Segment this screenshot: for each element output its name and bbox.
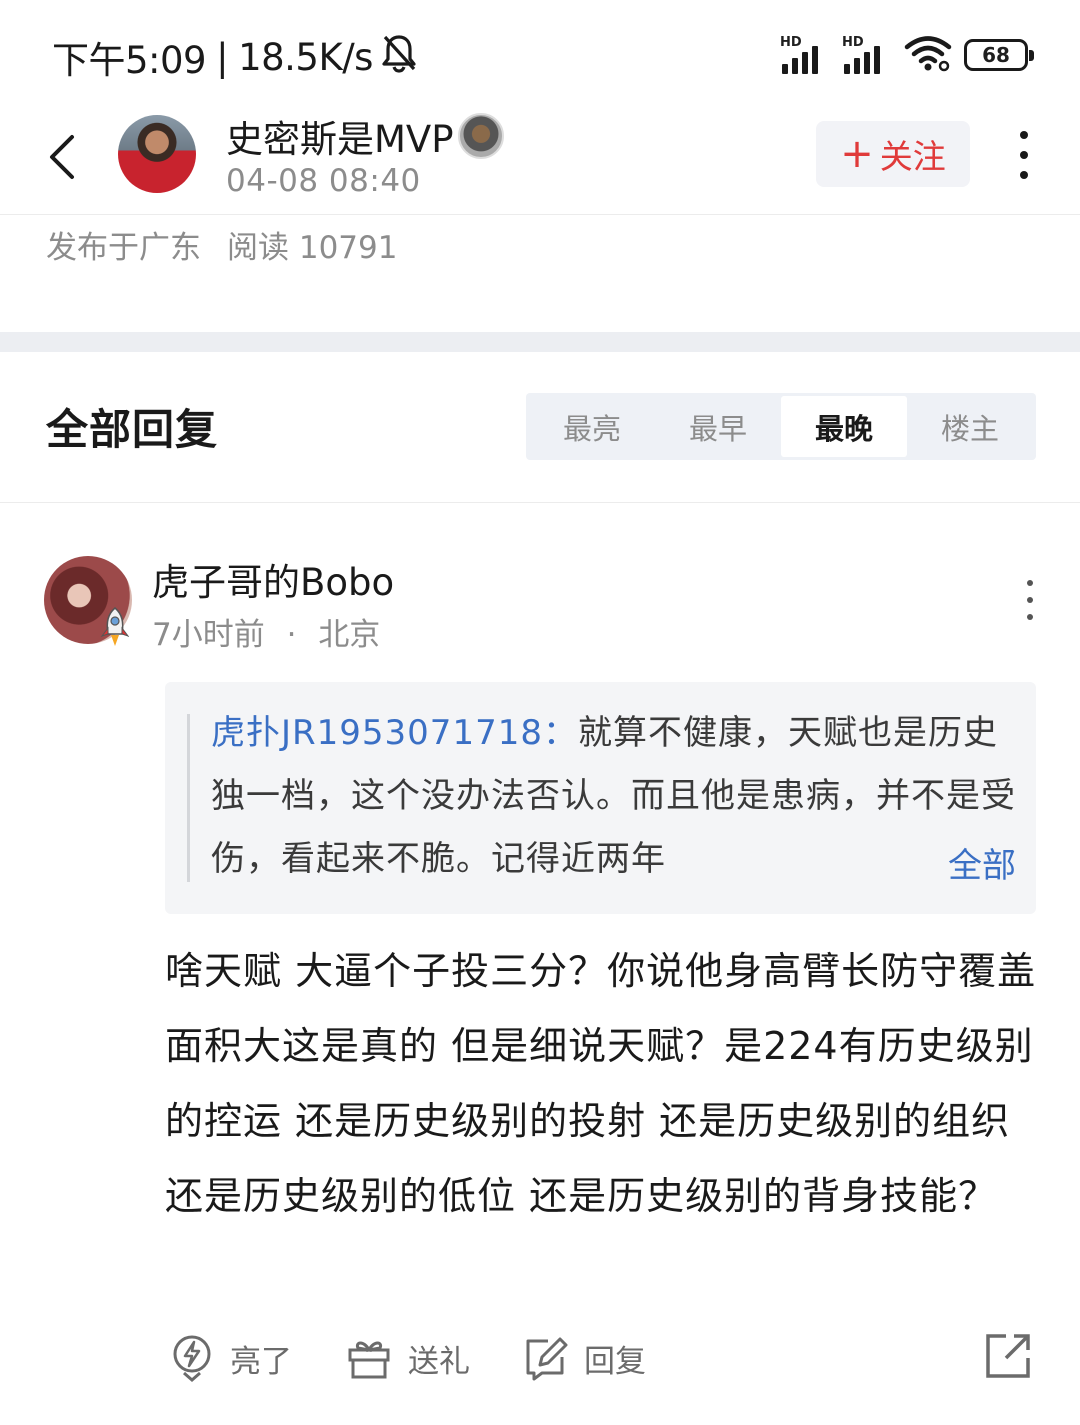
reply-location: 北京 <box>318 617 381 653</box>
reply-actions: 亮了 送礼 回复 <box>170 1328 1040 1388</box>
expand-all-link[interactable]: 全部 <box>948 838 1016 887</box>
battery-level: 68 <box>982 43 1010 67</box>
tab-op-only[interactable]: 楼主 <box>907 396 1033 457</box>
signal-icon: HD <box>842 36 892 74</box>
quote-expand[interactable]: 全部 <box>912 831 1016 894</box>
plus-icon: + <box>840 131 874 177</box>
author-name-row[interactable]: 史密斯是MVP <box>226 109 504 163</box>
back-button[interactable] <box>36 127 86 187</box>
light-label: 亮了 <box>230 1343 292 1380</box>
reply-time: 7小时前 <box>152 617 265 653</box>
divider <box>0 502 1080 503</box>
author-name: 史密斯是MVP <box>226 118 454 161</box>
status-time: 下午5:09 <box>52 39 207 82</box>
more-vertical-icon[interactable] <box>1018 580 1042 620</box>
gift-label: 送礼 <box>408 1343 470 1380</box>
sort-tabs: 最亮 最早 最晚 楼主 <box>526 393 1036 460</box>
back-icon <box>50 135 74 179</box>
follow-label: 关注 <box>879 137 946 176</box>
quote-text: 虎扑JR1953071718：就算不健康，天赋也是历史独一档，这个没办法否认。而… <box>211 702 1021 894</box>
reply-content: 啥天赋 大逼个子投三分？你说他身高臂长防守覆盖面积大这是真的 但是细说天赋？是2… <box>165 949 1037 1218</box>
status-left: 下午5:09 | 18.5K/s <box>52 30 417 84</box>
reply-label: 回复 <box>584 1343 646 1380</box>
rocket-icon <box>98 606 132 650</box>
reply-meta: 7小时前 · 北京 <box>152 609 380 654</box>
meta-dot: · <box>286 617 297 653</box>
light-button[interactable]: 亮了 <box>170 1328 292 1388</box>
share-icon[interactable] <box>984 1332 1032 1380</box>
signal-icon: HD <box>780 36 830 74</box>
battery-icon: 68 <box>964 39 1034 71</box>
all-replies-title: 全部回复 <box>46 405 219 454</box>
author-badge-icon <box>457 113 504 159</box>
reply-username[interactable]: 虎子哥的Bobo <box>152 552 394 606</box>
tab-latest[interactable]: 最晚 <box>781 396 907 457</box>
section-divider <box>0 332 1080 352</box>
post-time: 04-08 08:40 <box>226 163 421 199</box>
read-count: 阅读 10791 <box>227 230 398 266</box>
status-bar: 下午5:09 | 18.5K/s HD HD 68 <box>0 0 1080 105</box>
gift-icon <box>348 1341 390 1379</box>
more-vertical-icon[interactable] <box>1004 127 1044 183</box>
edit-icon <box>526 1337 568 1381</box>
quote-bar <box>187 714 190 882</box>
post-meta: 发布于广东 阅读 10791 <box>46 222 397 267</box>
quoted-reply[interactable]: 虎扑JR1953071718：就算不健康，天赋也是历史独一档，这个没办法否认。而… <box>165 682 1036 914</box>
status-separator: | <box>216 35 229 79</box>
wifi-icon <box>904 34 952 76</box>
network-speed: 18.5K/s <box>238 35 373 79</box>
tab-brightest[interactable]: 最亮 <box>529 396 655 457</box>
post-location: 发布于广东 <box>46 230 201 266</box>
post-header: 史密斯是MVP 04-08 08:40 + 关注 <box>0 105 1080 215</box>
gift-button[interactable]: 送礼 <box>346 1328 470 1388</box>
status-right: HD HD 68 <box>780 34 1034 76</box>
reply-button[interactable]: 回复 <box>522 1328 646 1388</box>
quote-author[interactable]: 虎扑JR1953071718： <box>211 713 578 753</box>
follow-button[interactable]: + 关注 <box>816 121 970 187</box>
lightning-icon <box>173 1335 211 1382</box>
tab-earliest[interactable]: 最早 <box>655 396 781 457</box>
author-avatar[interactable] <box>118 115 196 193</box>
bell-muted-icon <box>381 33 417 82</box>
